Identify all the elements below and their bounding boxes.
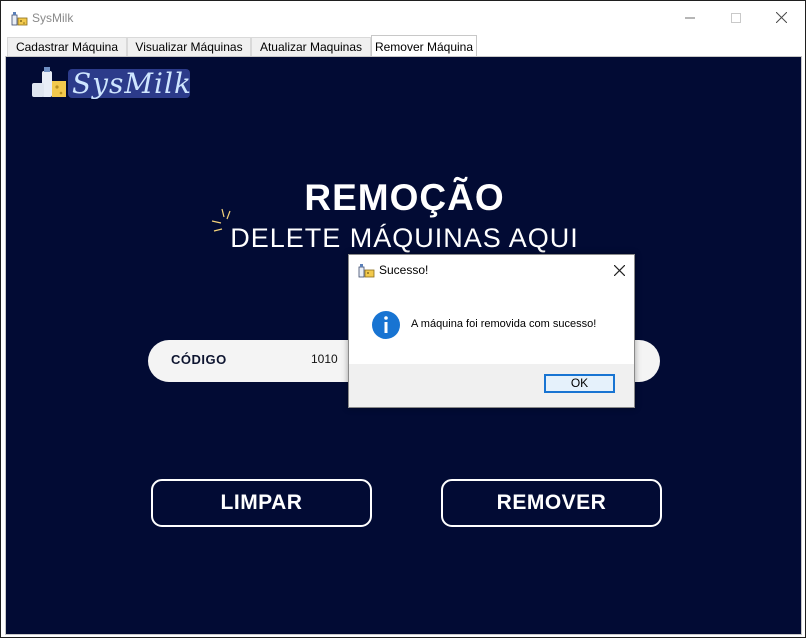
sysmilk-logo: SysMilk: [30, 63, 192, 117]
window-title: SysMilk: [32, 11, 74, 25]
tab-remover-maquina[interactable]: Remover Máquina: [371, 35, 477, 57]
app-icon: [11, 12, 28, 26]
dialog-title: Sucesso!: [379, 263, 429, 277]
close-icon: [775, 12, 787, 23]
logo-text: SysMilk: [72, 67, 192, 100]
maximize-icon: [731, 12, 741, 23]
title-bar[interactable]: SysMilk: [1, 1, 805, 34]
dialog-message: A máquina foi removida com sucesso!: [411, 318, 597, 330]
app-icon: [358, 264, 375, 278]
minimize-icon: [685, 17, 695, 18]
tab-visualizar-maquinas[interactable]: Visualizar Máquinas: [127, 37, 251, 56]
minimize-button[interactable]: [667, 1, 713, 34]
page-title: REMOÇÃO: [304, 177, 505, 218]
success-dialog: Sucesso! A máquina foi removida com suce…: [348, 254, 635, 408]
remove-button[interactable]: REMOVER: [441, 479, 662, 527]
tab-bar: Cadastrar Máquina Visualizar Máquinas At…: [5, 35, 805, 57]
app-window: SysMilk Cadastrar Máquina Visualizar Máq…: [0, 0, 806, 638]
maximize-button[interactable]: [713, 1, 759, 34]
code-input[interactable]: 1010: [311, 352, 338, 366]
ok-button[interactable]: OK: [544, 374, 615, 393]
code-label: CÓDIGO: [171, 352, 227, 367]
clear-button[interactable]: LIMPAR: [151, 479, 372, 527]
dialog-close-button[interactable]: [604, 255, 634, 285]
tab-cadastrar-maquina[interactable]: Cadastrar Máquina: [7, 37, 127, 56]
dialog-footer: OK: [349, 364, 634, 407]
tab-atualizar-maquinas[interactable]: Atualizar Maquinas: [251, 37, 371, 56]
close-icon: [613, 264, 625, 276]
milk-products-icon: [32, 67, 66, 97]
close-button[interactable]: [758, 1, 804, 34]
page-subtitle: DELETE MÁQUINAS AQUI: [230, 223, 579, 253]
info-icon: [372, 311, 400, 339]
